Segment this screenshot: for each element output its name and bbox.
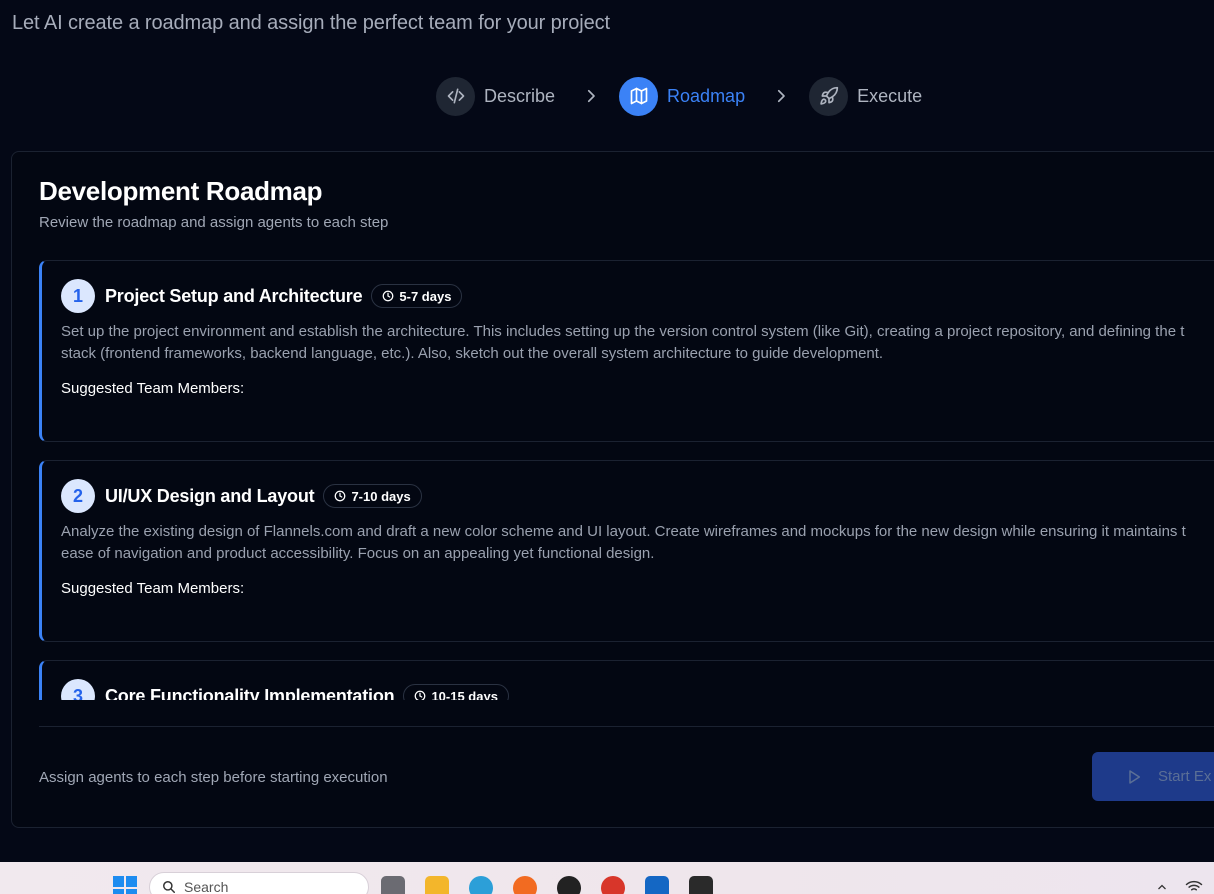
step-description-line: ease of navigation and product accessibi… <box>61 545 655 562</box>
roadmap-step-3: 3 Core Functionality Implementation 10-1… <box>39 660 1214 700</box>
duration-text: 10-15 days <box>431 688 498 701</box>
taskbar-search-placeholder: Search <box>184 879 229 894</box>
start-execution-button[interactable]: Start Ex <box>1092 752 1214 801</box>
step-title: UI/UX Design and Layout <box>105 485 315 506</box>
firefox-icon[interactable] <box>513 876 537 894</box>
step-title: Project Setup and Architecture <box>105 285 363 306</box>
file-explorer-icon[interactable] <box>425 876 449 894</box>
step-description-line: stack (frontend frameworks, backend lang… <box>61 345 884 362</box>
clock-icon <box>415 690 426 700</box>
start-execution-label: Start Ex <box>1158 768 1212 785</box>
map-icon <box>619 76 659 116</box>
roadmap-steps-list[interactable]: 1 Project Setup and Architecture 5-7 day… <box>39 260 1214 700</box>
chevron-up-icon[interactable] <box>1156 880 1168 894</box>
app-page: Let AI create a roadmap and assign the p… <box>0 0 1214 894</box>
step-roadmap[interactable]: Roadmap <box>619 76 746 116</box>
chevron-right-icon <box>579 84 603 108</box>
duration-badge: 10-15 days <box>403 684 509 700</box>
app-icon[interactable] <box>557 876 581 894</box>
chevron-right-icon <box>769 84 793 108</box>
edge-browser-icon[interactable] <box>469 876 493 894</box>
chrome-icon[interactable] <box>601 876 625 894</box>
task-view-icon[interactable] <box>381 876 405 894</box>
step-number-badge: 3 <box>61 679 95 700</box>
duration-badge: 7-10 days <box>323 484 422 508</box>
windows-start-icon[interactable] <box>113 876 137 894</box>
step-title: Core Functionality Implementation <box>105 685 395 701</box>
step-description-line: Analyze the existing design of Flannels.… <box>61 523 1186 540</box>
wifi-icon[interactable] <box>1185 878 1203 894</box>
step-number-badge: 2 <box>61 479 95 513</box>
outlook-icon[interactable] <box>645 876 669 894</box>
roadmap-card: Development Roadmap Review the roadmap a… <box>11 151 1214 828</box>
active-app-icon[interactable] <box>689 876 713 894</box>
clock-icon <box>383 290 394 302</box>
rocket-icon <box>809 76 849 116</box>
code-icon <box>436 76 475 116</box>
taskbar-search[interactable]: Search <box>149 872 369 894</box>
step-description: Set up the project environment and estab… <box>61 321 1214 365</box>
step-label-roadmap: Roadmap <box>667 85 746 106</box>
suggested-members-label: Suggested Team Members: <box>61 380 245 397</box>
footer-divider <box>39 726 1214 727</box>
duration-text: 7-10 days <box>351 488 411 504</box>
duration-text: 5-7 days <box>399 288 452 304</box>
duration-badge: 5-7 days <box>371 284 463 308</box>
step-number-badge: 1 <box>61 279 95 313</box>
roadmap-step-2: 2 UI/UX Design and Layout 7-10 days Anal… <box>39 460 1214 642</box>
roadmap-step-1: 1 Project Setup and Architecture 5-7 day… <box>39 260 1214 442</box>
step-execute[interactable]: Execute <box>809 76 923 116</box>
play-icon <box>1129 769 1141 784</box>
os-taskbar: Search <box>0 862 1214 894</box>
footer-note: Assign agents to each step before starti… <box>39 769 388 786</box>
suggested-members-label: Suggested Team Members: <box>61 580 245 597</box>
clock-icon <box>335 490 346 502</box>
roadmap-title: Development Roadmap <box>39 176 323 206</box>
step-label-execute: Execute <box>857 85 923 106</box>
page-subtitle: Let AI create a roadmap and assign the p… <box>12 12 610 34</box>
progress-stepper: Describe Roadmap Execute <box>436 76 922 116</box>
step-describe[interactable]: Describe <box>436 76 556 116</box>
step-description: Analyze the existing design of Flannels.… <box>61 521 1214 565</box>
step-description-line: Set up the project environment and estab… <box>61 323 1185 340</box>
search-icon <box>163 881 175 893</box>
roadmap-description: Review the roadmap and assign agents to … <box>39 214 389 231</box>
step-label-describe: Describe <box>484 85 556 106</box>
